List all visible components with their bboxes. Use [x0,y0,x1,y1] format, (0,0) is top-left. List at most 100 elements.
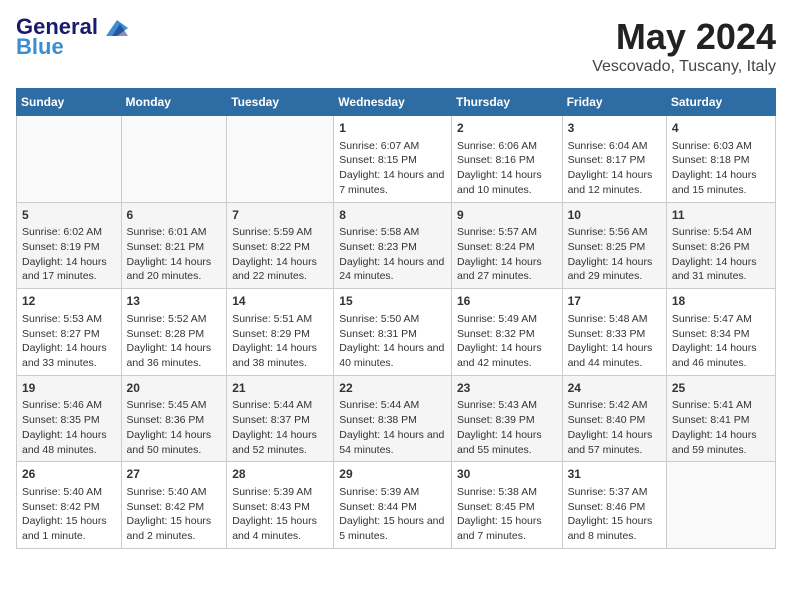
daylight-text: Daylight: 14 hours and 55 minutes. [457,428,557,457]
daylight-text: Daylight: 15 hours and 8 minutes. [568,514,661,543]
calendar-cell: 11Sunrise: 5:54 AMSunset: 8:26 PMDayligh… [666,202,775,289]
sunset-text: Sunset: 8:27 PM [22,327,116,342]
sunrise-text: Sunrise: 6:06 AM [457,139,557,154]
day-number: 23 [457,380,557,397]
sunrise-text: Sunrise: 5:47 AM [672,312,770,327]
day-number: 1 [339,120,446,137]
calendar-cell: 19Sunrise: 5:46 AMSunset: 8:35 PMDayligh… [17,375,122,462]
daylight-text: Daylight: 14 hours and 50 minutes. [127,428,222,457]
day-number: 28 [232,466,328,483]
daylight-text: Daylight: 14 hours and 15 minutes. [672,168,770,197]
sunset-text: Sunset: 8:32 PM [457,327,557,342]
sunset-text: Sunset: 8:36 PM [127,413,222,428]
page-subtitle: Vescovado, Tuscany, Italy [592,58,776,76]
sunrise-text: Sunrise: 6:03 AM [672,139,770,154]
sunset-text: Sunset: 8:29 PM [232,327,328,342]
calendar-cell: 4Sunrise: 6:03 AMSunset: 8:18 PMDaylight… [666,116,775,203]
daylight-text: Daylight: 14 hours and 29 minutes. [568,255,661,284]
day-number: 31 [568,466,661,483]
calendar-cell: 15Sunrise: 5:50 AMSunset: 8:31 PMDayligh… [334,289,452,376]
daylight-text: Daylight: 14 hours and 36 minutes. [127,341,222,370]
day-header-monday: Monday [121,89,227,116]
daylight-text: Daylight: 14 hours and 24 minutes. [339,255,446,284]
calendar-cell: 13Sunrise: 5:52 AMSunset: 8:28 PMDayligh… [121,289,227,376]
calendar-cell: 30Sunrise: 5:38 AMSunset: 8:45 PMDayligh… [451,462,562,549]
sunrise-text: Sunrise: 6:02 AM [22,225,116,240]
calendar-cell: 26Sunrise: 5:40 AMSunset: 8:42 PMDayligh… [17,462,122,549]
calendar-cell [227,116,334,203]
calendar-cell: 29Sunrise: 5:39 AMSunset: 8:44 PMDayligh… [334,462,452,549]
sunrise-text: Sunrise: 5:42 AM [568,398,661,413]
day-number: 2 [457,120,557,137]
sunset-text: Sunset: 8:41 PM [672,413,770,428]
day-number: 24 [568,380,661,397]
sunrise-text: Sunrise: 5:39 AM [232,485,328,500]
sunrise-text: Sunrise: 5:44 AM [339,398,446,413]
calendar-cell: 20Sunrise: 5:45 AMSunset: 8:36 PMDayligh… [121,375,227,462]
day-header-sunday: Sunday [17,89,122,116]
calendar-cell: 6Sunrise: 6:01 AMSunset: 8:21 PMDaylight… [121,202,227,289]
daylight-text: Daylight: 14 hours and 33 minutes. [22,341,116,370]
calendar-cell: 1Sunrise: 6:07 AMSunset: 8:15 PMDaylight… [334,116,452,203]
sunset-text: Sunset: 8:21 PM [127,240,222,255]
logo-blue: Blue [16,36,64,58]
sunset-text: Sunset: 8:26 PM [672,240,770,255]
sunrise-text: Sunrise: 5:46 AM [22,398,116,413]
calendar-cell: 17Sunrise: 5:48 AMSunset: 8:33 PMDayligh… [562,289,666,376]
sunset-text: Sunset: 8:39 PM [457,413,557,428]
sunset-text: Sunset: 8:16 PM [457,153,557,168]
calendar-cell: 21Sunrise: 5:44 AMSunset: 8:37 PMDayligh… [227,375,334,462]
calendar-cell: 24Sunrise: 5:42 AMSunset: 8:40 PMDayligh… [562,375,666,462]
day-number: 9 [457,207,557,224]
calendar-cell: 25Sunrise: 5:41 AMSunset: 8:41 PMDayligh… [666,375,775,462]
calendar-week-5: 26Sunrise: 5:40 AMSunset: 8:42 PMDayligh… [17,462,776,549]
calendar-week-1: 1Sunrise: 6:07 AMSunset: 8:15 PMDaylight… [17,116,776,203]
sunset-text: Sunset: 8:46 PM [568,500,661,515]
sunrise-text: Sunrise: 5:48 AM [568,312,661,327]
sunrise-text: Sunrise: 5:40 AM [127,485,222,500]
title-block: May 2024 Vescovado, Tuscany, Italy [592,16,776,76]
day-number: 7 [232,207,328,224]
day-number: 27 [127,466,222,483]
sunrise-text: Sunrise: 5:59 AM [232,225,328,240]
sunset-text: Sunset: 8:42 PM [22,500,116,515]
daylight-text: Daylight: 14 hours and 59 minutes. [672,428,770,457]
day-header-wednesday: Wednesday [334,89,452,116]
calendar-cell: 8Sunrise: 5:58 AMSunset: 8:23 PMDaylight… [334,202,452,289]
day-number: 16 [457,293,557,310]
daylight-text: Daylight: 15 hours and 5 minutes. [339,514,446,543]
day-number: 13 [127,293,222,310]
sunset-text: Sunset: 8:35 PM [22,413,116,428]
daylight-text: Daylight: 14 hours and 17 minutes. [22,255,116,284]
sunset-text: Sunset: 8:37 PM [232,413,328,428]
day-number: 5 [22,207,116,224]
daylight-text: Daylight: 14 hours and 42 minutes. [457,341,557,370]
sunrise-text: Sunrise: 5:43 AM [457,398,557,413]
daylight-text: Daylight: 14 hours and 22 minutes. [232,255,328,284]
calendar-cell [666,462,775,549]
sunset-text: Sunset: 8:40 PM [568,413,661,428]
calendar-cell: 16Sunrise: 5:49 AMSunset: 8:32 PMDayligh… [451,289,562,376]
sunrise-text: Sunrise: 5:37 AM [568,485,661,500]
calendar-cell: 27Sunrise: 5:40 AMSunset: 8:42 PMDayligh… [121,462,227,549]
day-header-tuesday: Tuesday [227,89,334,116]
daylight-text: Daylight: 14 hours and 7 minutes. [339,168,446,197]
sunrise-text: Sunrise: 5:57 AM [457,225,557,240]
sunset-text: Sunset: 8:44 PM [339,500,446,515]
calendar-cell: 10Sunrise: 5:56 AMSunset: 8:25 PMDayligh… [562,202,666,289]
daylight-text: Daylight: 15 hours and 1 minute. [22,514,116,543]
day-header-friday: Friday [562,89,666,116]
day-number: 4 [672,120,770,137]
day-header-saturday: Saturday [666,89,775,116]
daylight-text: Daylight: 14 hours and 27 minutes. [457,255,557,284]
sunset-text: Sunset: 8:25 PM [568,240,661,255]
calendar-cell: 7Sunrise: 5:59 AMSunset: 8:22 PMDaylight… [227,202,334,289]
calendar-table: SundayMondayTuesdayWednesdayThursdayFrid… [16,88,776,549]
day-number: 18 [672,293,770,310]
sunset-text: Sunset: 8:45 PM [457,500,557,515]
day-number: 8 [339,207,446,224]
calendar-cell: 12Sunrise: 5:53 AMSunset: 8:27 PMDayligh… [17,289,122,376]
daylight-text: Daylight: 14 hours and 31 minutes. [672,255,770,284]
daylight-text: Daylight: 14 hours and 48 minutes. [22,428,116,457]
logo: General Blue [16,16,128,58]
